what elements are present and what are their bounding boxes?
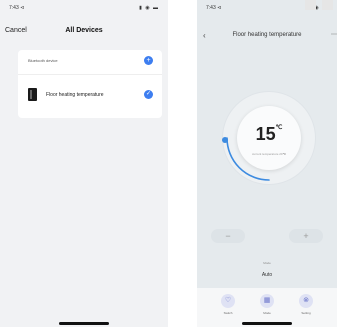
plus-icon: +: [303, 231, 309, 241]
device-row[interactable]: Floor heating temperature ✓: [18, 76, 162, 116]
power-icon: ♡: [221, 294, 235, 308]
status-time: 7:43 ⊲: [9, 5, 25, 11]
toolbar-placeholder-button[interactable]: [322, 0, 333, 10]
all-devices-screen: 7:43 ⊲ ▮ ◉ ▬ Cancel All Devices Bluetoot…: [0, 0, 168, 327]
plus-icon: +: [146, 57, 151, 64]
tab-setting[interactable]: ⊗ Setting: [291, 294, 321, 315]
tab-mode[interactable]: ▦ Mode: [252, 294, 282, 315]
selected-check-icon[interactable]: ✓: [144, 90, 153, 99]
setting-icon: ⊗: [299, 294, 313, 308]
mode-value: Auto: [261, 272, 273, 278]
thermostat-screen: 7:43 ⊲ ▮ ◉ ▬ ‹ Floor heating temperature…: [197, 0, 337, 327]
section-label-bluetooth: Bluetooth device: [28, 58, 58, 63]
increase-temp-button[interactable]: +: [289, 229, 323, 243]
status-time: 7:43 ⊲: [206, 5, 222, 11]
divider: [18, 74, 162, 75]
mode-label: Mode: [263, 261, 271, 265]
tab-setting-label: Setting: [301, 311, 311, 315]
device-list-card: Bluetooth device + Floor heating tempera…: [18, 50, 162, 118]
more-button[interactable]: ⋯: [331, 31, 337, 38]
toolbar-placeholder-button[interactable]: [305, 0, 316, 10]
page-title: All Devices: [65, 27, 103, 34]
nav-bar: Cancel All Devices: [0, 22, 168, 44]
temperature-unit: ℃: [275, 125, 283, 131]
home-indicator: [59, 322, 109, 325]
tab-mode-label: Mode: [263, 311, 271, 315]
current-temperature-label: current temperature 20℃: [252, 152, 286, 156]
add-device-button[interactable]: +: [144, 56, 153, 65]
status-icons: ▮ ◉ ▬: [139, 5, 159, 11]
device-name: Floor heating temperature: [46, 92, 104, 98]
temperature-value: 15: [255, 124, 276, 144]
tab-switch[interactable]: ♡ Switch: [213, 294, 243, 315]
home-indicator: [242, 322, 292, 325]
temperature-slider-knob[interactable]: [222, 137, 228, 143]
page-title: Floor heating temperature: [232, 32, 302, 38]
status-bar: 7:43 ⊲ ▮ ◉ ▬: [0, 0, 168, 18]
temperature-readout: 15℃: [237, 124, 301, 145]
decrease-temp-button[interactable]: −: [211, 229, 245, 243]
status-bar: 7:43 ⊲ ▮ ◉ ▬: [197, 0, 337, 18]
minus-icon: −: [225, 231, 231, 241]
mode-icon: ▦: [260, 294, 274, 308]
tab-switch-label: Switch: [223, 311, 233, 315]
thermostat-device-icon: [28, 88, 37, 101]
